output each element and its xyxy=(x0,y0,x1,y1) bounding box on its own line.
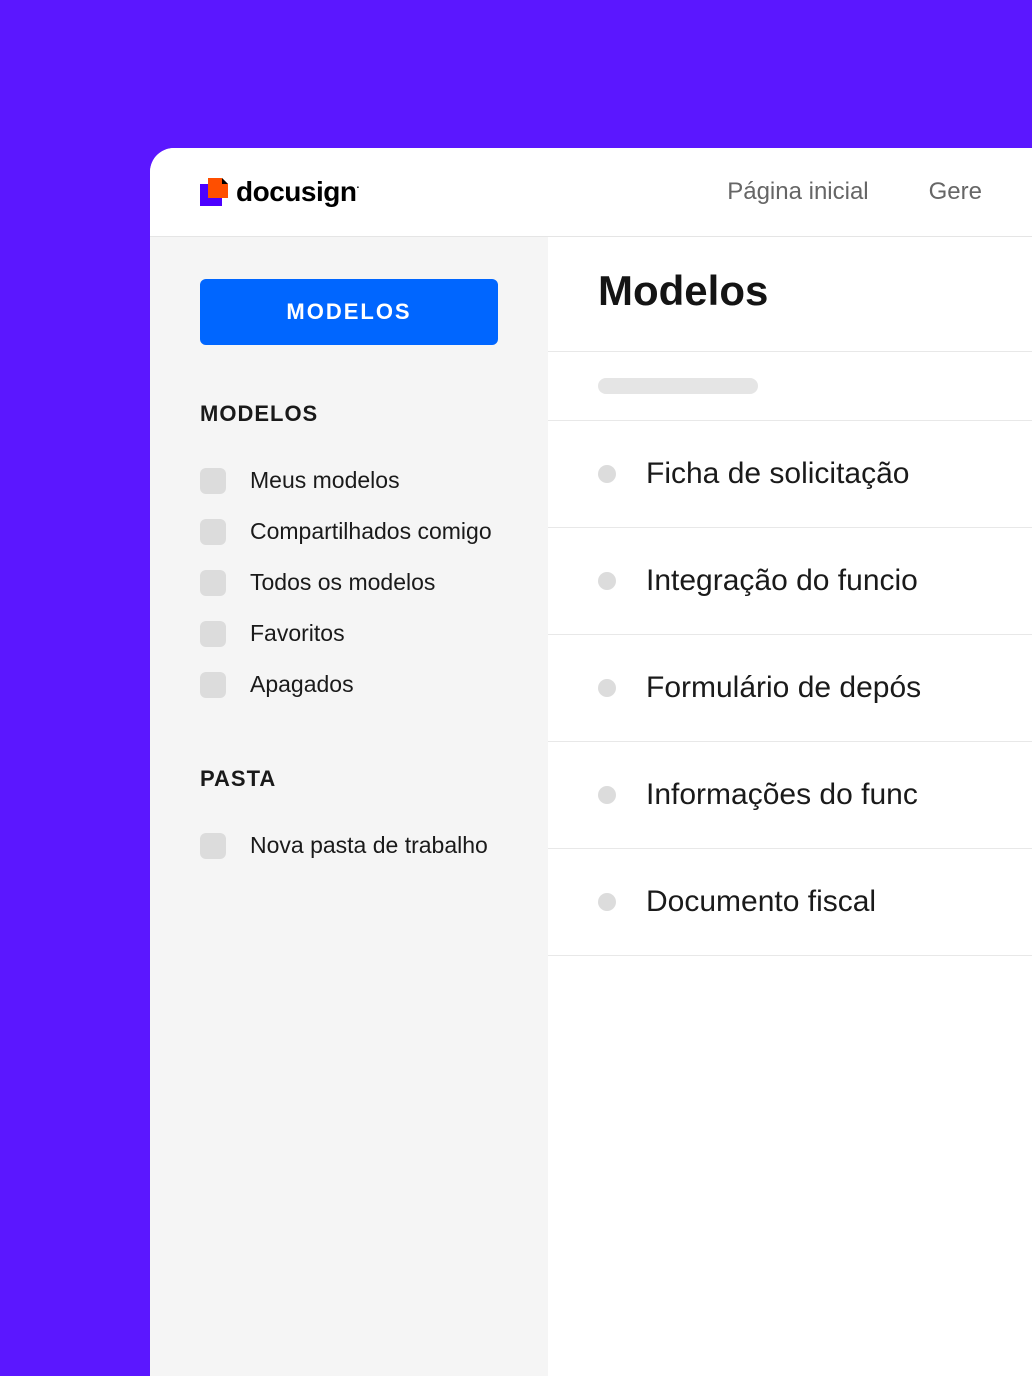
header-nav: Página inicial Gere xyxy=(727,178,982,206)
sidebar-item-favorites[interactable]: Favoritos xyxy=(200,608,498,659)
status-dot-icon xyxy=(598,786,616,804)
app-window: docusign. Página inicial Gere MODELOS MO… xyxy=(150,148,1032,1376)
status-dot-icon xyxy=(598,679,616,697)
brand-name: docusign. xyxy=(236,176,359,208)
sidebar-item-new-folder[interactable]: Nova pasta de trabalho xyxy=(200,820,498,871)
checkbox-icon[interactable] xyxy=(200,621,226,647)
sidebar-item-label: Meus modelos xyxy=(250,467,400,494)
top-header: docusign. Página inicial Gere xyxy=(150,148,1032,237)
sidebar-item-label: Compartilhados comigo xyxy=(250,518,492,545)
table-row[interactable]: Documento fiscal xyxy=(548,849,1032,956)
checkbox-icon[interactable] xyxy=(200,468,226,494)
brand-logo[interactable]: docusign. xyxy=(200,176,359,208)
table-row[interactable]: Formulário de depós xyxy=(548,635,1032,742)
sidebar-section-folders: PASTA Nova pasta de trabalho xyxy=(200,766,498,871)
sidebar-item-my-templates[interactable]: Meus modelos xyxy=(200,455,498,506)
sidebar-item-label: Apagados xyxy=(250,671,354,698)
column-header-row xyxy=(548,352,1032,421)
sidebar-heading-templates: MODELOS xyxy=(200,401,498,427)
row-title: Formulário de depós xyxy=(646,671,921,705)
page-title-area: Modelos xyxy=(548,237,1032,352)
row-title: Integração do funcio xyxy=(646,564,918,598)
row-title: Documento fiscal xyxy=(646,885,876,919)
nav-link-manage[interactable]: Gere xyxy=(929,178,982,206)
row-title: Ficha de solicitação xyxy=(646,457,909,491)
checkbox-icon[interactable] xyxy=(200,672,226,698)
sidebar-item-label: Todos os modelos xyxy=(250,569,435,596)
page-title: Modelos xyxy=(598,267,982,315)
checkbox-icon[interactable] xyxy=(200,570,226,596)
sidebar-item-all[interactable]: Todos os modelos xyxy=(200,557,498,608)
table-row[interactable]: Ficha de solicitação xyxy=(548,421,1032,528)
sidebar-section-templates: MODELOS Meus modelos Compartilhados comi… xyxy=(200,401,498,710)
body-area: MODELOS MODELOS Meus modelos Compartilha… xyxy=(150,237,1032,1376)
placeholder-bar xyxy=(598,378,758,394)
checkbox-icon[interactable] xyxy=(200,519,226,545)
sidebar-item-deleted[interactable]: Apagados xyxy=(200,659,498,710)
status-dot-icon xyxy=(598,893,616,911)
templates-button[interactable]: MODELOS xyxy=(200,279,498,345)
status-dot-icon xyxy=(598,465,616,483)
status-dot-icon xyxy=(598,572,616,590)
table-row[interactable]: Informações do func xyxy=(548,742,1032,849)
sidebar-heading-folders: PASTA xyxy=(200,766,498,792)
row-title: Informações do func xyxy=(646,778,918,812)
checkbox-icon[interactable] xyxy=(200,833,226,859)
sidebar-item-label: Favoritos xyxy=(250,620,345,647)
docusign-logo-icon xyxy=(200,178,228,206)
main-content: Modelos Ficha de solicitação Integração … xyxy=(548,237,1032,1376)
sidebar-item-shared[interactable]: Compartilhados comigo xyxy=(200,506,498,557)
nav-link-home[interactable]: Página inicial xyxy=(727,178,868,206)
sidebar-item-label: Nova pasta de trabalho xyxy=(250,832,488,859)
table-row[interactable]: Integração do funcio xyxy=(548,528,1032,635)
sidebar: MODELOS MODELOS Meus modelos Compartilha… xyxy=(150,237,548,1376)
